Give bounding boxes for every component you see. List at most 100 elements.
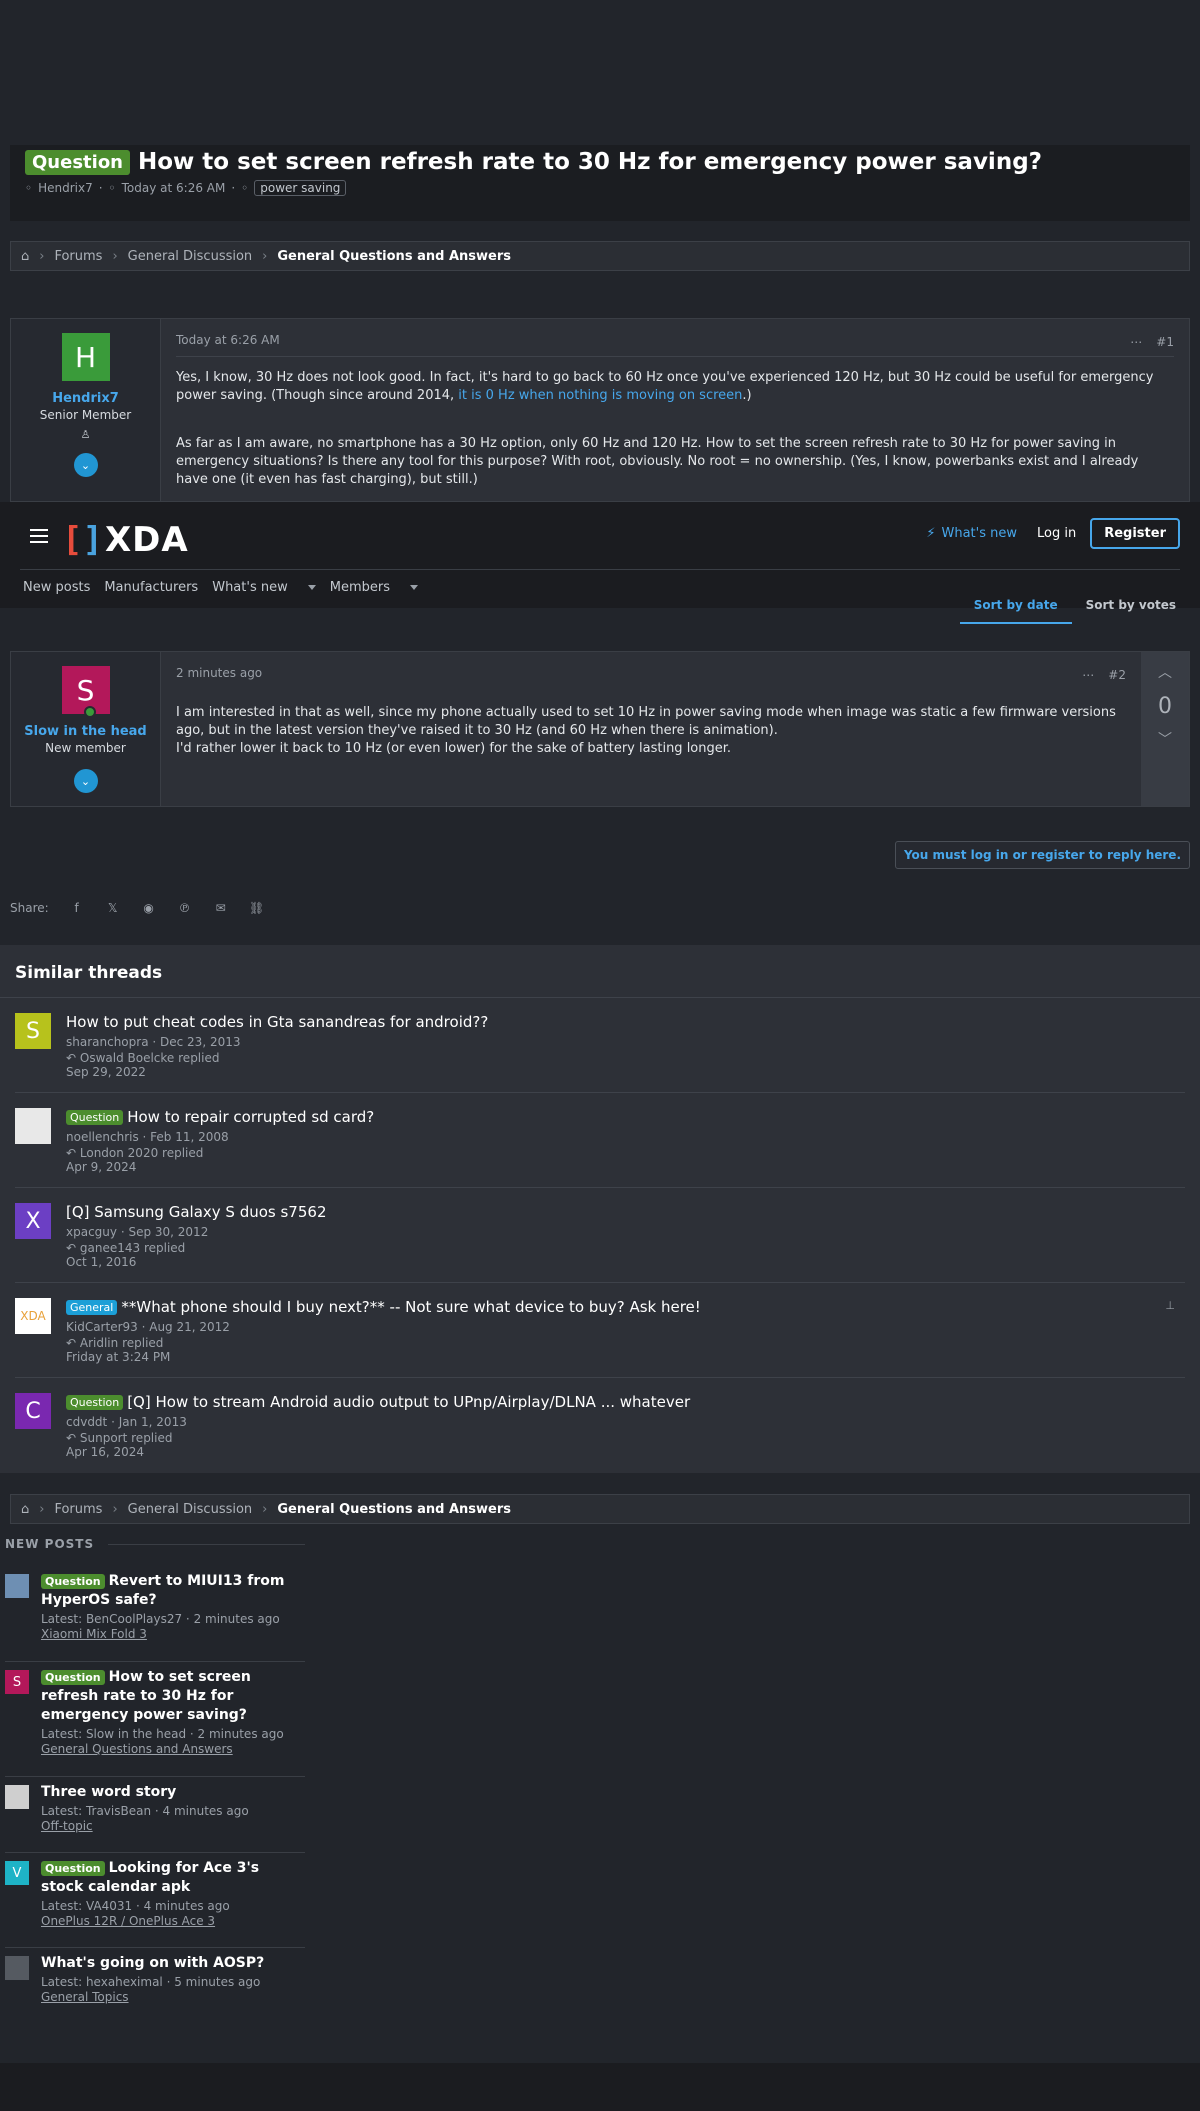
similar-thread-row[interactable]: XDA General **What phone should I buy next… [15, 1283, 1185, 1378]
avatar[interactable]: S [61, 666, 110, 718]
downvote-icon[interactable]: ﹀ [1141, 729, 1189, 749]
avatar[interactable]: V [5, 1861, 29, 1885]
menu-icon[interactable] [30, 529, 48, 547]
avatar[interactable]: H [61, 333, 110, 381]
new-post-forum-link[interactable]: Xiaomi Mix Fold 3 [41, 1627, 305, 1641]
username[interactable]: Slow in the head [11, 724, 160, 739]
replier[interactable]: Oswald Boelcke [80, 1051, 174, 1065]
thread-prefix-badge[interactable]: Question [41, 1670, 105, 1685]
share-label: Share: [10, 901, 49, 915]
register-button[interactable]: Register [1090, 518, 1180, 549]
thread-prefix-badge[interactable]: Question [41, 1574, 105, 1589]
replier[interactable]: ganee143 [80, 1241, 140, 1255]
new-post-title[interactable]: Question How to set screen refresh rate t… [41, 1668, 305, 1725]
new-post-title[interactable]: Question Looking for Ace 3's stock calend… [41, 1859, 305, 1897]
thread-date[interactable]: Today at 6:26 AM [122, 181, 226, 195]
whats-new-link[interactable]: ⚡ What's new [926, 526, 1017, 541]
new-post-forum-link[interactable]: General Questions and Answers [41, 1742, 305, 1756]
thread-prefix-badge[interactable]: Question [41, 1861, 105, 1876]
thread-author[interactable]: sharanchopra [66, 1035, 149, 1049]
facebook-icon[interactable]: f [59, 901, 95, 915]
new-post-title[interactable]: What's going on with AOSP? [41, 1954, 305, 1973]
thread-author[interactable]: noellenchris [66, 1130, 139, 1144]
post-date[interactable]: 2 minutes ago [176, 666, 1126, 680]
post-date[interactable]: Today at 6:26 AM [176, 333, 1174, 347]
avatar[interactable]: XDA [15, 1298, 51, 1334]
chevron-down-icon [307, 585, 316, 590]
nav-members[interactable]: Members [330, 580, 418, 595]
thread-author[interactable]: xpacguy [66, 1225, 117, 1239]
email-icon[interactable]: ✉ [203, 901, 239, 915]
sort-by-date-tab[interactable]: Sort by date [959, 598, 1072, 624]
avatar[interactable] [5, 1956, 29, 1980]
new-post-item[interactable]: Question Revert to MIUI13 from HyperOS sa… [5, 1572, 305, 1662]
chevron-right-icon: › [39, 1501, 45, 1517]
twitter-icon[interactable]: 𝕏 [95, 901, 131, 915]
thread-prefix-badge[interactable]: Question [66, 1394, 124, 1410]
question-prefix-badge[interactable]: Question [25, 149, 130, 175]
thread-author[interactable]: cdvddt [66, 1415, 107, 1429]
avatar[interactable] [5, 1785, 29, 1809]
tag-chip[interactable]: power saving [254, 180, 347, 196]
chevron-down-icon[interactable]: ⌄ [73, 769, 98, 793]
new-post-item[interactable]: V Question Looking for Ace 3's stock calen… [5, 1859, 305, 1948]
similar-thread-row[interactable]: C Question [Q] How to stream Android audio… [15, 1378, 1185, 1473]
breadcrumb-current[interactable]: General Questions and Answers [277, 249, 511, 264]
similar-thread-title[interactable]: **What phone should I buy next?** -- Not… [121, 1298, 700, 1316]
pinterest-icon[interactable]: ℗ [167, 901, 203, 915]
sort-by-votes-tab[interactable]: Sort by votes [1072, 598, 1190, 624]
thread-prefix-badge[interactable]: Question [66, 1109, 124, 1125]
similar-thread-row[interactable]: X [Q] Samsung Galaxy S duos s7562 xpacguy … [15, 1188, 1185, 1283]
similar-thread-title[interactable]: [Q] Samsung Galaxy S duos s7562 [66, 1203, 327, 1221]
avatar[interactable]: S [5, 1670, 29, 1694]
nav-whats-new[interactable]: What's new [212, 580, 316, 595]
new-post-title[interactable]: Question Revert to MIUI13 from HyperOS sa… [41, 1572, 305, 1610]
upvote-icon[interactable]: ︿ [1141, 662, 1189, 682]
post-number[interactable]: ⋯ #1 [1130, 335, 1174, 349]
similar-thread-row[interactable]: Question How to repair corrupted sd card?… [15, 1093, 1185, 1188]
nav-new-posts[interactable]: New posts [23, 580, 90, 595]
username[interactable]: Hendrix7 [11, 391, 160, 406]
login-to-reply-button[interactable]: You must log in or register to reply her… [894, 841, 1190, 869]
post-1: H Hendrix7 Senior Member ♙ ⌄ Today at 6:… [10, 318, 1190, 502]
reply-icon: ↶ [66, 1336, 80, 1350]
replier[interactable]: London 2020 [80, 1146, 158, 1160]
breadcrumb-general-discussion[interactable]: General Discussion [128, 1502, 253, 1517]
similar-thread-row[interactable]: S How to put cheat codes in Gta sanandrea… [15, 998, 1185, 1093]
new-post-title[interactable]: Three word story [41, 1783, 305, 1802]
similar-thread-title[interactable]: How to repair corrupted sd card? [127, 1108, 374, 1126]
new-post-forum-link[interactable]: General Topics [41, 1990, 305, 2004]
breadcrumb-current[interactable]: General Questions and Answers [277, 1502, 511, 1517]
site-logo[interactable]: [] XDA [62, 520, 189, 560]
new-post-forum-link[interactable]: Off-topic [41, 1819, 305, 1833]
home-icon[interactable]: ⌂ [21, 249, 29, 264]
login-link[interactable]: Log in [1037, 526, 1076, 541]
breadcrumb-general-discussion[interactable]: General Discussion [128, 249, 253, 264]
thread-author[interactable]: Hendrix7 [38, 181, 93, 195]
post-link[interactable]: it is 0 Hz when nothing is moving on scr… [458, 388, 742, 403]
new-post-item[interactable]: S Question How to set screen refresh rate … [5, 1668, 305, 1777]
replier[interactable]: Aridlin [80, 1336, 118, 1350]
similar-thread-title[interactable]: [Q] How to stream Android audio output t… [127, 1393, 690, 1411]
thread-date: Jan 1, 2013 [118, 1415, 187, 1429]
avatar[interactable] [5, 1574, 29, 1598]
reddit-icon[interactable]: ◉ [131, 901, 167, 915]
breadcrumb-forums[interactable]: Forums [54, 249, 102, 264]
home-icon[interactable]: ⌂ [21, 1502, 29, 1517]
thread-author[interactable]: KidCarter93 [66, 1320, 138, 1334]
new-post-item[interactable]: What's going on with AOSP? Latest: hexahe… [5, 1954, 305, 2024]
thread-prefix-badge[interactable]: General [66, 1299, 118, 1315]
avatar[interactable]: C [15, 1393, 51, 1429]
avatar[interactable] [15, 1108, 51, 1144]
post-number[interactable]: ⋯ #2 [1082, 668, 1126, 682]
replier[interactable]: Sunport [80, 1431, 127, 1445]
new-post-item[interactable]: Three word story Latest: TravisBean · 4 m… [5, 1783, 305, 1853]
new-post-forum-link[interactable]: OnePlus 12R / OnePlus Ace 3 [41, 1914, 305, 1928]
link-icon[interactable]: ⛓ [239, 901, 275, 915]
avatar[interactable]: X [15, 1203, 51, 1239]
similar-thread-title[interactable]: How to put cheat codes in Gta sanandreas… [66, 1013, 488, 1031]
avatar[interactable]: S [15, 1013, 51, 1049]
nav-manufacturers[interactable]: Manufacturers [104, 580, 198, 595]
breadcrumb-forums[interactable]: Forums [54, 1502, 102, 1517]
chevron-down-icon[interactable]: ⌄ [73, 453, 98, 477]
